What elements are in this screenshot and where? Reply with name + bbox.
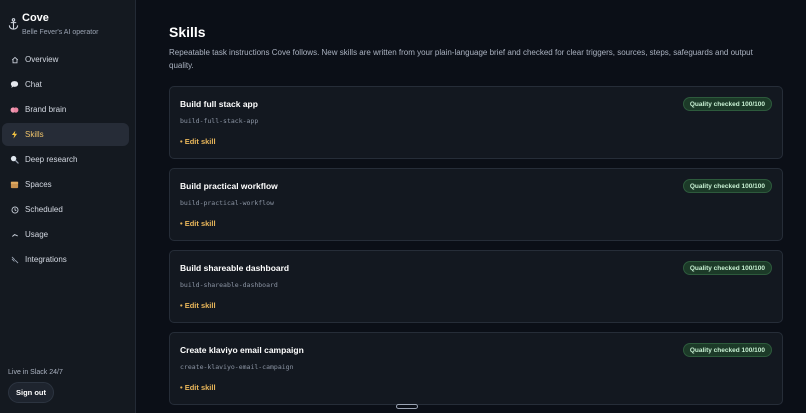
sidebar-item-usage[interactable]: Usage [2,223,129,246]
edit-skill-button[interactable]: • Edit skill [180,219,216,228]
app-root: Cove Belle Fever's AI operator Overview … [0,0,806,413]
app-name: Cove [22,12,49,24]
quality-badge: Quality checked 100/100 [682,179,772,193]
skill-title: Create klaviyo email campaign [180,345,304,355]
sidebar-item-label: Usage [25,230,49,239]
skill-slug: build-practical-workflow [180,199,274,207]
sidebar: Cove Belle Fever's AI operator Overview … [0,0,136,413]
page-title: Skills [169,24,206,40]
sidebar-item-scheduled[interactable]: Scheduled [2,198,129,221]
clock-icon [10,205,19,214]
sidebar-item-label: Chat [25,80,42,89]
page-description: Repeatable task instructions Cove follow… [169,48,753,70]
slack-status: Live in Slack 24/7 [8,369,63,376]
sidebar-item-label: Deep research [25,155,78,164]
skill-title: Build shareable dashboard [180,263,290,273]
link-icon [10,255,19,264]
sidebar-item-label: Skills [25,130,44,139]
sidebar-item-deep-research[interactable]: Deep research [2,148,129,171]
sidebar-item-label: Spaces [25,180,52,189]
main-content: Skills Repeatable task instructions Cove… [136,0,806,413]
lightning-icon [10,130,19,139]
sign-out-button[interactable]: Sign out [8,382,54,403]
skill-card: Build shareable dashboard build-shareabl… [169,250,783,323]
sidebar-item-overview[interactable]: Overview [2,48,129,71]
sidebar-nav: Overview Chat Brand brain Skills Deep re… [2,48,129,273]
magnifier-icon [10,155,19,164]
scroll-handle[interactable] [396,404,418,409]
skill-card: Create klaviyo email campaign create-kla… [169,332,783,405]
skills-list: Build full stack app build-full-stack-ap… [169,86,783,413]
sidebar-item-spaces[interactable]: Spaces [2,173,129,196]
sidebar-item-chat[interactable]: Chat [2,73,129,96]
skill-slug: build-shareable-dashboard [180,281,278,289]
home-icon [10,55,19,64]
skill-card: Build full stack app build-full-stack-ap… [169,86,783,159]
sidebar-item-integrations[interactable]: Integrations [2,248,129,271]
skill-slug: create-klaviyo-email-campaign [180,363,294,371]
sidebar-item-brand-brain[interactable]: Brand brain [2,98,129,121]
skill-slug: build-full-stack-app [180,117,259,125]
quality-badge: Quality checked 100/100 [682,261,772,275]
quality-badge: Quality checked 100/100 [682,97,772,111]
sidebar-item-label: Integrations [25,255,67,264]
chat-bubble-icon [10,80,19,89]
app-subtitle: Belle Fever's AI operator [22,29,99,36]
box-icon [10,180,19,189]
skill-card: Build practical workflow build-practical… [169,168,783,241]
sidebar-item-label: Scheduled [25,205,63,214]
brand: Cove Belle Fever's AI operator [8,12,98,37]
quality-badge: Quality checked 100/100 [682,343,772,357]
edit-skill-button[interactable]: • Edit skill [180,137,216,146]
sidebar-item-skills[interactable]: Skills [2,123,129,146]
sidebar-item-label: Brand brain [25,105,67,114]
anchor-icon [8,18,20,32]
edit-skill-button[interactable]: • Edit skill [180,301,216,310]
skill-title: Build practical workflow [180,181,278,191]
edit-skill-button[interactable]: • Edit skill [180,383,216,392]
sidebar-item-label: Overview [25,55,59,64]
chart-icon [10,230,19,239]
skill-title: Build full stack app [180,99,258,109]
brain-icon [10,105,19,114]
